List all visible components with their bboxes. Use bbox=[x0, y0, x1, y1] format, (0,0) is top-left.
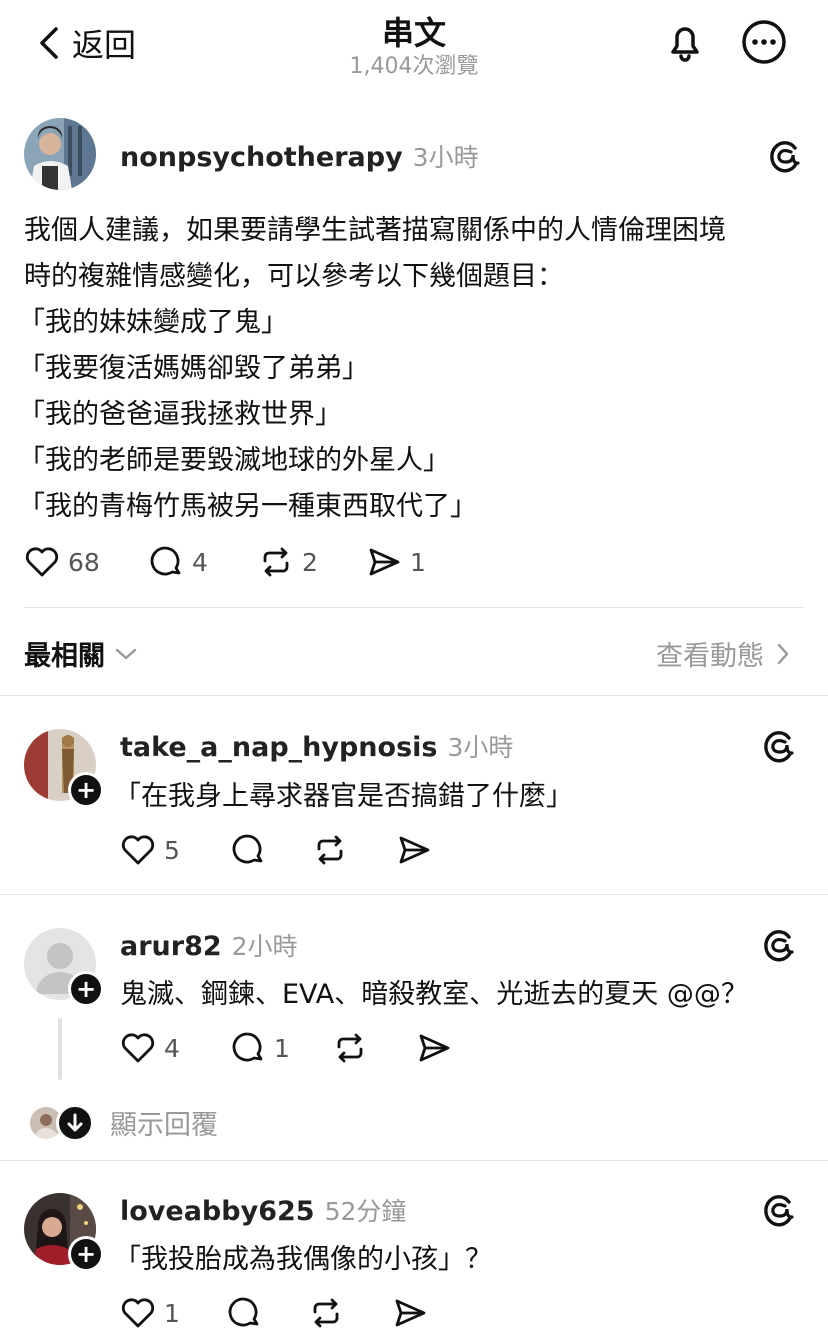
username[interactable]: take_a_nap_hypnosis bbox=[120, 732, 437, 763]
like-count: 1 bbox=[164, 1298, 180, 1328]
follow-button[interactable]: + bbox=[68, 772, 104, 808]
show-replies-button[interactable]: 顯示回覆 bbox=[30, 1103, 218, 1142]
sort-dropdown[interactable]: 最相關 bbox=[24, 634, 137, 673]
reply-text: 「我投胎成為我偶像的小孩」？ bbox=[114, 1244, 492, 1275]
heart-icon bbox=[120, 1295, 156, 1331]
like-button[interactable]: 1 bbox=[120, 1295, 226, 1331]
repost-button[interactable] bbox=[308, 1295, 392, 1331]
post-line: 「我要復活媽媽卻毀了弟弟」 bbox=[18, 353, 369, 384]
username[interactable]: arur82 bbox=[120, 931, 222, 962]
post-line: 我個人建議，如果要請學生試著描寫關係中的人情倫理困境 bbox=[24, 215, 726, 246]
comment-button[interactable]: 4 bbox=[148, 544, 258, 580]
reply-actions: 5 bbox=[120, 832, 432, 868]
show-replies-label: 顯示回覆 bbox=[110, 1110, 218, 1141]
sort-label: 最相關 bbox=[24, 641, 105, 672]
post-line: 「我的妹妹變成了鬼」 bbox=[18, 307, 288, 338]
repost-icon bbox=[332, 1030, 368, 1066]
share-button[interactable] bbox=[392, 1295, 428, 1331]
comment-button[interactable]: 1 bbox=[230, 1030, 332, 1066]
repost-button[interactable] bbox=[312, 832, 396, 868]
more-icon bbox=[740, 18, 788, 66]
like-count: 4 bbox=[164, 1033, 180, 1063]
repost-count: 2 bbox=[302, 547, 318, 577]
post-body: 我個人建議，如果要請學生試著描寫關係中的人情倫理困境 時的複雜情感變化，可以參考… bbox=[18, 208, 814, 530]
activity-label: 查看動態 bbox=[656, 641, 764, 672]
share-icon bbox=[416, 1030, 452, 1066]
avatar[interactable] bbox=[24, 118, 96, 190]
repost-button[interactable] bbox=[332, 1030, 416, 1066]
comment-icon bbox=[148, 544, 184, 580]
share-button[interactable] bbox=[416, 1030, 452, 1066]
reply-author[interactable]: take_a_nap_hypnosis 3小時 bbox=[120, 728, 513, 764]
comment-icon bbox=[230, 1030, 266, 1066]
reply-text: 「在我身上尋求器官是否搞錯了什麼」 bbox=[114, 781, 573, 812]
reply-text: 鬼滅、鋼鍊、EVA、暗殺教室、光逝去的夏天 @@？ bbox=[120, 979, 748, 1010]
post-author[interactable]: nonpsychotherapy 3小時 bbox=[120, 138, 479, 174]
reply-time: 52分鐘 bbox=[324, 1197, 407, 1226]
divider bbox=[0, 695, 828, 696]
share-icon bbox=[392, 1295, 428, 1331]
post-line: 時的複雜情感變化，可以參考以下幾個題目： bbox=[24, 261, 564, 292]
share-button[interactable] bbox=[396, 832, 432, 868]
share-button[interactable]: 1 bbox=[366, 544, 426, 580]
thread-line bbox=[58, 1018, 62, 1080]
comment-icon bbox=[230, 832, 266, 868]
like-count: 68 bbox=[68, 547, 100, 577]
heart-icon bbox=[120, 1030, 156, 1066]
chevron-right-icon bbox=[776, 642, 790, 666]
threads-logo-icon[interactable] bbox=[768, 138, 802, 174]
threads-logo-icon[interactable] bbox=[762, 1192, 796, 1228]
divider bbox=[0, 894, 828, 895]
reply-time: 3小時 bbox=[447, 733, 514, 762]
divider bbox=[0, 1160, 828, 1161]
threads-logo-icon[interactable] bbox=[762, 927, 796, 963]
like-button[interactable]: 68 bbox=[24, 544, 148, 580]
repost-button[interactable]: 2 bbox=[258, 544, 366, 580]
reply-author[interactable]: arur82 2小時 bbox=[120, 927, 298, 963]
post-line: 「我的老師是要毀滅地球的外星人」 bbox=[18, 445, 450, 476]
post-time: 3小時 bbox=[412, 143, 479, 172]
reply-actions: 4 1 bbox=[120, 1030, 452, 1066]
threads-logo-icon[interactable] bbox=[762, 728, 796, 764]
share-icon bbox=[396, 832, 432, 868]
follow-button[interactable]: + bbox=[68, 1236, 104, 1272]
username[interactable]: nonpsychotherapy bbox=[120, 142, 403, 173]
post-line: 「我的青梅竹馬被另一種東西取代了」 bbox=[18, 491, 477, 522]
comment-count: 4 bbox=[192, 547, 208, 577]
comment-button[interactable] bbox=[230, 832, 312, 868]
share-icon bbox=[366, 544, 402, 580]
view-activity-button[interactable]: 查看動態 bbox=[656, 634, 790, 673]
like-button[interactable]: 4 bbox=[120, 1030, 230, 1066]
like-button[interactable]: 5 bbox=[120, 832, 230, 868]
repost-icon bbox=[312, 832, 348, 868]
more-options-button[interactable] bbox=[740, 18, 788, 66]
post-line: 「我的爸爸逼我拯救世界」 bbox=[18, 399, 342, 430]
share-count: 1 bbox=[410, 547, 426, 577]
reply-author[interactable]: loveabby625 52分鐘 bbox=[120, 1192, 406, 1228]
comment-count: 1 bbox=[274, 1033, 290, 1063]
heart-icon bbox=[120, 832, 156, 868]
reply-time: 2小時 bbox=[231, 932, 298, 961]
divider bbox=[24, 607, 804, 608]
comment-icon bbox=[226, 1295, 262, 1331]
chevron-down-icon bbox=[115, 647, 137, 661]
comment-button[interactable] bbox=[226, 1295, 308, 1331]
arrow-down-icon bbox=[56, 1103, 94, 1142]
notifications-button[interactable] bbox=[661, 18, 709, 66]
reply-actions: 1 bbox=[120, 1295, 428, 1331]
repost-icon bbox=[308, 1295, 344, 1331]
username[interactable]: loveabby625 bbox=[120, 1196, 315, 1227]
bell-icon bbox=[661, 18, 709, 66]
repost-icon bbox=[258, 544, 294, 580]
post-actions: 68 4 2 1 bbox=[24, 544, 426, 580]
follow-button[interactable]: + bbox=[68, 971, 104, 1007]
heart-icon bbox=[24, 544, 60, 580]
like-count: 5 bbox=[164, 835, 180, 865]
